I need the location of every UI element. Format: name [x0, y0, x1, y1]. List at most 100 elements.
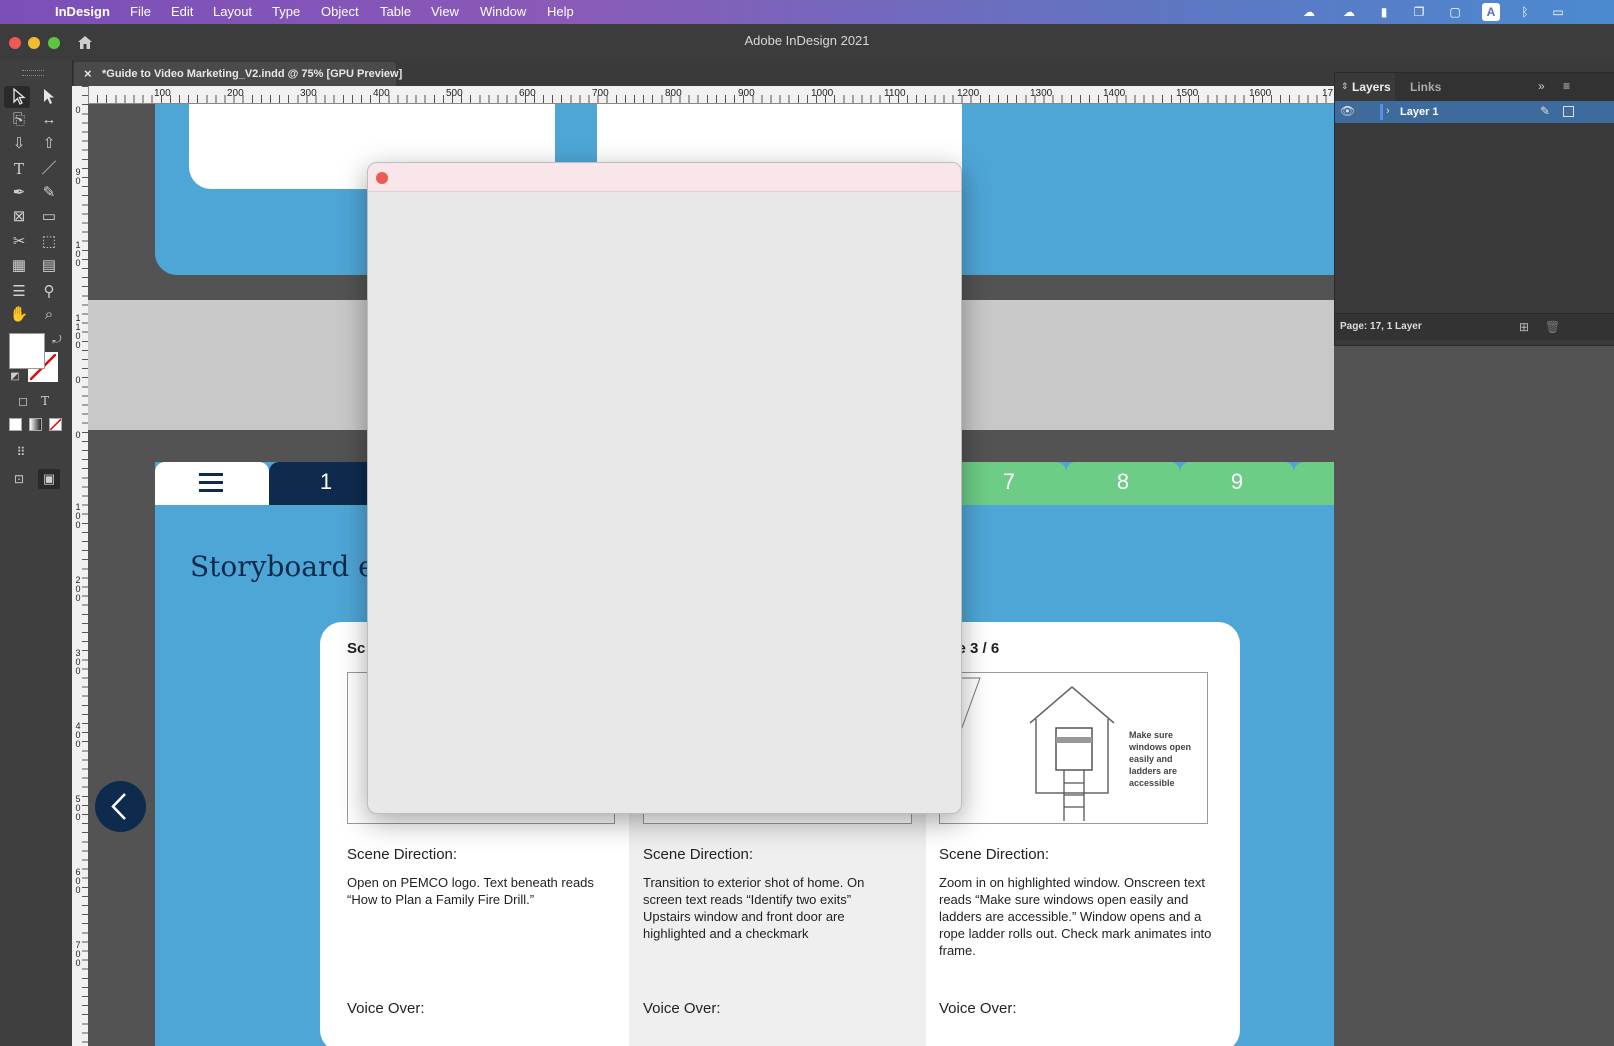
eye-icon[interactable]: 👁 — [1340, 104, 1355, 118]
v-ruler-label: 7 0 0 — [75, 940, 81, 968]
scissors-tool-icon[interactable]: ✂ — [8, 232, 30, 252]
nav-tab-1[interactable]: 1 — [269, 462, 383, 505]
tab-layers[interactable]: Layers — [1352, 80, 1391, 94]
hamburger-icon-line — [199, 489, 223, 492]
menu-layout[interactable]: Layout — [213, 4, 252, 19]
gradient-swatch-tool-icon[interactable]: ▦ — [8, 256, 30, 276]
rectangle-frame-tool-icon[interactable]: ⊠ — [8, 207, 30, 227]
direct-selection-tool-icon[interactable] — [38, 87, 60, 107]
layer-divider — [1357, 103, 1358, 121]
nav-tab-9[interactable]: 9 — [1180, 462, 1294, 505]
input-source-icon[interactable]: A — [1482, 3, 1500, 21]
nav-tab-7[interactable]: 7 — [952, 462, 1066, 505]
document-tab[interactable]: × *Guide to Video Marketing_V2.indd @ 75… — [74, 62, 402, 86]
swap-fill-stroke-icon[interactable]: ⤾ — [46, 330, 68, 350]
menu-help[interactable]: Help — [547, 4, 574, 19]
battery-icon: ▭ — [1552, 5, 1564, 19]
v-ruler-label: 3 0 0 — [75, 648, 81, 676]
menu-app-name[interactable]: InDesign — [55, 4, 110, 19]
free-transform-tool-icon[interactable]: ⬚ — [38, 232, 60, 252]
menu-table[interactable]: Table — [380, 4, 411, 19]
v-ruler-label: 6 0 0 — [75, 867, 81, 895]
scene-3-voice-label: Voice Over: — [939, 1000, 1017, 1017]
menu-edit[interactable]: Edit — [171, 4, 193, 19]
content-collector-icon[interactable]: ⇩ — [8, 134, 30, 154]
document-tab-label: *Guide to Video Marketing_V2.indd @ 75% … — [102, 68, 403, 80]
layer-expand-icon[interactable]: › — [1386, 105, 1390, 117]
menu-type[interactable]: Type — [272, 4, 300, 19]
menu-window[interactable]: Window — [480, 4, 526, 19]
v-ruler-label: 0 — [75, 430, 81, 440]
panel-collapse-icon[interactable]: ⇕ — [1341, 81, 1349, 92]
mac-menubar: InDesign File Edit Layout Type Object Ta… — [0, 0, 1614, 24]
formatting-container-icon[interactable]: ◻ — [12, 391, 34, 411]
v-ruler-label: 1 1 0 0 — [75, 313, 81, 350]
tab-links[interactable]: Links — [1410, 80, 1441, 94]
status-icon[interactable]: ▮ — [1375, 3, 1393, 21]
creative-cloud-icon[interactable]: ☁ — [1300, 3, 1318, 21]
layer-row[interactable]: 👁 › Layer 1 ✎ — [1335, 101, 1614, 123]
type-tool-icon[interactable]: T — [8, 159, 30, 179]
scene-2-voice-label: Voice Over: — [643, 1000, 721, 1017]
menu-object[interactable]: Object — [321, 4, 359, 19]
scene-1-heading: Sc — [347, 640, 366, 657]
panel-grip[interactable] — [22, 70, 44, 76]
line-tool-icon[interactable]: ／ — [38, 159, 60, 179]
v-ruler-label: 2 0 0 — [75, 575, 81, 603]
panel-menu-icon[interactable]: ≡ — [1563, 79, 1570, 93]
layer-name[interactable]: Layer 1 — [1400, 106, 1439, 118]
scene-3-sketch-note: Make sure windows open easily and ladder… — [1129, 730, 1191, 788]
scene-3-direction-text: Zoom in on highlighted window. Onscreen … — [939, 875, 1212, 958]
nav-tab-10[interactable]: 10 — [1294, 462, 1334, 505]
fill-swatch[interactable] — [9, 333, 45, 369]
nav-menu-tab[interactable] — [155, 462, 269, 505]
close-tab-icon[interactable]: × — [84, 66, 92, 81]
eyedropper-tool-icon[interactable]: ⚲ — [38, 282, 60, 302]
gap-tool-icon[interactable]: ↔ — [38, 110, 60, 130]
default-fill-stroke-icon[interactable]: ◩ — [4, 367, 26, 387]
hamburger-icon-line — [199, 481, 223, 484]
screens-icon[interactable]: ❐ — [1410, 3, 1428, 21]
v-ruler-label: 9 0 — [75, 167, 81, 186]
rectangle-tool-icon[interactable]: ▭ — [38, 207, 60, 227]
scene-1-voice-label: Voice Over: — [347, 1000, 425, 1017]
apply-color-icon[interactable] — [9, 418, 22, 431]
hand-tool-icon[interactable]: ✋ — [8, 305, 30, 325]
formatting-text-icon[interactable]: T — [34, 391, 56, 411]
presentation-mode-icon[interactable]: ▣ — [38, 469, 60, 489]
v-ruler-label: 4 0 0 — [75, 721, 81, 749]
dialog-titlebar[interactable] — [368, 163, 961, 192]
dialog-close-button[interactable] — [376, 172, 388, 184]
hamburger-icon — [199, 473, 223, 476]
note-tool-icon[interactable]: ☰ — [8, 282, 30, 302]
apply-gradient-icon[interactable] — [29, 418, 42, 431]
scene-1-direction-label: Scene Direction: — [347, 846, 458, 863]
new-layer-icon[interactable]: ⊞ — [1519, 320, 1529, 334]
delete-layer-icon[interactable]: 🗑 — [1545, 320, 1560, 334]
scene-3-sketch: Make sure windows open easily and ladder… — [939, 672, 1208, 824]
view-mode-icon[interactable]: ⊡ — [8, 469, 30, 489]
bluetooth-icon[interactable]: ᛒ — [1516, 3, 1534, 21]
v-ruler-label: 5 0 0 — [75, 794, 81, 822]
zoom-tool-icon[interactable]: ⌕ — [38, 305, 60, 325]
layer-selection-square-icon[interactable] — [1563, 106, 1574, 117]
menu-file[interactable]: File — [130, 4, 151, 19]
vertical-ruler[interactable]: 0 9 0 1 0 0 1 1 0 0 0 0 1 0 0 2 0 0 3 0 … — [72, 86, 89, 1046]
panel-expand-icon[interactable]: » — [1538, 79, 1545, 93]
page-tool-icon[interactable]: ⎘ — [8, 110, 30, 130]
screen-mode-icon[interactable]: ⠿ — [10, 442, 32, 462]
prev-arrow-button[interactable] — [95, 781, 146, 832]
scene-1-direction-text: Open on PEMCO logo. Text beneath reads “… — [347, 875, 594, 907]
menu-view[interactable]: View — [431, 4, 459, 19]
horizontal-ruler[interactable]: 100 200 300 400 500 600 700 800 900 1000… — [88, 86, 1334, 104]
pen-tool-icon[interactable]: ✒ — [8, 183, 30, 203]
selection-tool-icon[interactable] — [8, 87, 30, 107]
cloud-sync-icon[interactable]: ☁ — [1340, 3, 1358, 21]
pencil-tool-icon[interactable]: ✎ — [38, 183, 60, 203]
apply-none-icon[interactable] — [49, 418, 62, 431]
gradient-feather-tool-icon[interactable]: ▤ — [38, 256, 60, 276]
window-icon[interactable]: ▢ — [1446, 3, 1464, 21]
floating-dialog[interactable] — [367, 162, 962, 814]
nav-tab-8[interactable]: 8 — [1066, 462, 1180, 505]
content-placer-icon[interactable]: ⇧ — [38, 134, 60, 154]
